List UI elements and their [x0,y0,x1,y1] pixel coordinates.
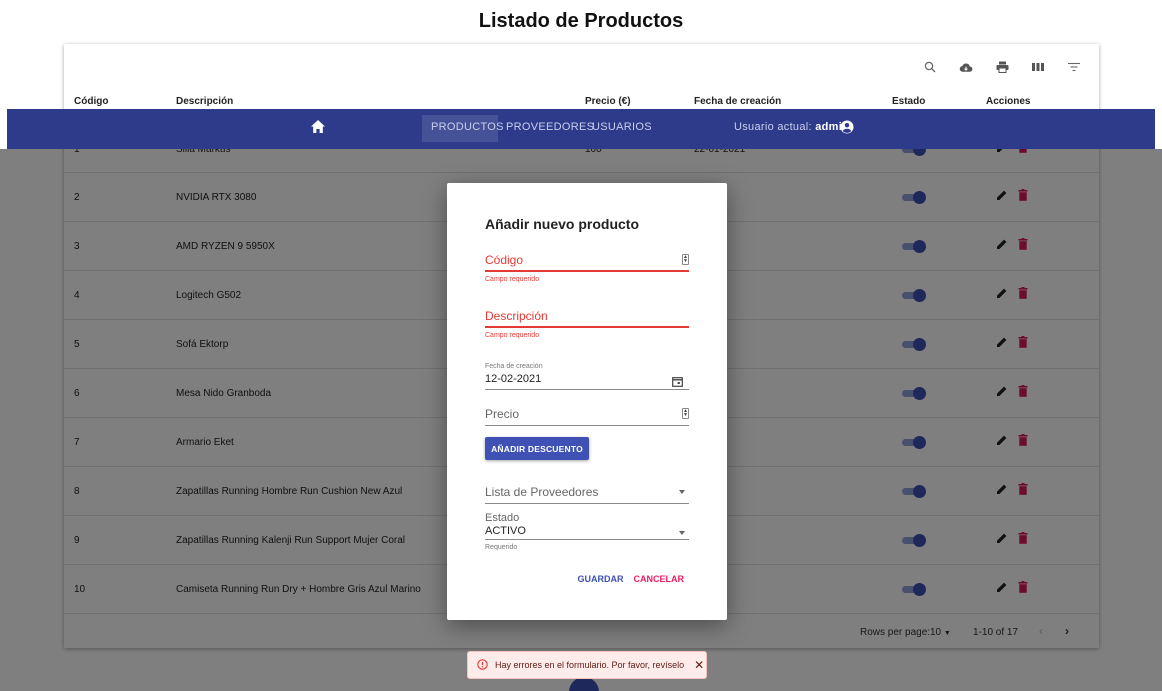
description-field-underline [485,326,689,328]
code-field-underline [485,270,689,272]
code-field-label: Código [485,253,524,267]
account-circle-icon[interactable] [840,120,854,137]
code-field[interactable]: Código ▲ ▼ Campo requerido [485,253,689,283]
header-price[interactable]: Precio (€) [585,96,631,107]
dropdown-arrow-icon [679,531,685,535]
snackbar-message: Hay errores en el formulario. Por favor,… [495,660,685,670]
cloud-download-icon[interactable] [959,60,973,74]
page-title: Listado de Productos [478,10,684,32]
number-spinner-icon[interactable]: ▲ ▼ [682,254,689,265]
status-select-label: Estado [485,512,520,524]
current-user: Usuario actual: admin [734,121,849,133]
number-spinner-icon[interactable]: ▲ ▼ [682,408,689,419]
error-snackbar: Hay errores en el formulario. Por favor,… [467,651,707,679]
status-select[interactable]: Estado ACTIVO Requerido [485,512,689,551]
description-field-error: Campo requerido [485,332,540,339]
suppliers-select-label: Lista de Proveedores [485,485,599,499]
status-select-underline [485,539,689,540]
status-select-helper: Requerido [485,544,518,551]
save-button[interactable]: GUARDAR [578,574,624,584]
header-code[interactable]: Código [74,96,108,107]
price-field[interactable]: Precio ▲ ▼ [485,407,689,426]
date-field[interactable]: Fecha de creación 12-02-2021 [485,363,689,390]
status-select-value: ACTIVO [485,525,526,537]
suppliers-select-underline [485,503,689,504]
nav-item-proveedores[interactable]: PROVEEDORES [506,121,594,133]
calendar-icon[interactable] [672,374,683,392]
print-icon[interactable] [995,60,1009,74]
header-status[interactable]: Estado [892,96,925,107]
price-field-underline [485,425,689,426]
dialog-actions: GUARDAR CANCELAR [578,574,685,584]
filter-icon[interactable] [1067,60,1081,74]
add-discount-button[interactable]: AÑADIR DESCUENTO [485,437,589,460]
header-created[interactable]: Fecha de creación [694,96,781,107]
search-icon[interactable] [923,60,937,74]
dialog-title: Añadir nuevo producto [485,216,639,232]
current-user-label: Usuario actual: [734,121,812,133]
close-icon[interactable]: ✕ [694,658,704,672]
date-field-label: Fecha de creación [485,363,543,370]
error-outline-icon [477,658,488,672]
suppliers-select[interactable]: Lista de Proveedores [485,485,689,504]
top-navbar: PRODUCTOS PROVEEDORES USUARIOS Usuario a… [7,109,1155,149]
date-field-value: 12-02-2021 [485,373,542,385]
nav-item-usuarios[interactable]: USUARIOS [592,121,652,133]
home-icon[interactable] [310,119,326,137]
add-product-dialog: Añadir nuevo producto Código ▲ ▼ Campo re… [447,183,727,620]
dropdown-arrow-icon [679,490,685,494]
table-toolbar [923,60,1081,74]
description-field[interactable]: Descripción Campo requerido [485,309,689,339]
nav-item-productos[interactable]: PRODUCTOS [431,121,504,133]
date-field-underline [485,389,689,390]
description-field-label: Descripción [485,309,548,323]
view-column-icon[interactable] [1031,60,1045,74]
price-field-label: Precio [485,407,520,421]
cancel-button[interactable]: CANCELAR [634,574,685,584]
code-field-error: Campo requerido [485,276,540,283]
header-actions: Acciones [986,96,1031,107]
header-description[interactable]: Descripción [176,96,233,107]
